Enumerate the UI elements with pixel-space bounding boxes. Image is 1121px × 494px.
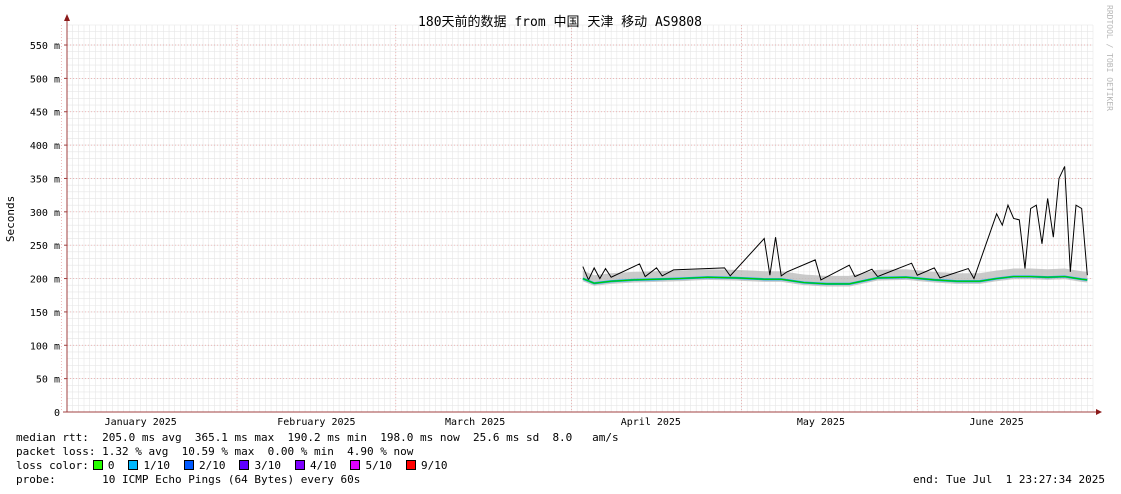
median-rtt-values: 205.0 ms avg 365.1 ms max 190.2 ms min 1… [88,431,619,444]
watermark: RRDTOOL / TOBI OETIKER [1105,5,1114,111]
y-tick-label: 50 m [36,375,60,386]
loss-color-swatch [350,460,361,470]
x-tick-label: February 2025 [277,417,355,428]
x-tick-label: April 2025 [621,417,681,428]
y-tick-label: 450 m [30,108,60,119]
grid [60,24,1094,413]
y-tick-labels: 0 50 m 100 m 150 m 200 m 250 m 300 m 350 m 400 m… [30,41,60,419]
loss-color-swatch [128,460,139,470]
chart: 0 50 m 100 m 150 m 200 m 250 m 300 m 350 m 400 m… [4,5,1114,428]
x-tick-label: May 2025 [797,417,845,428]
y-axis-arrow [64,14,70,21]
y-tick-label: 300 m [30,208,60,219]
chart-title: 180天前的数据 from 中国 天津 移动 AS9808 [418,14,702,30]
legend-packet-loss: packet loss: 1.32 % avg 10.59 % max 0.00… [16,445,413,459]
y-tick-label: 400 m [30,141,60,152]
x-tick-label: March 2025 [445,417,505,428]
loss-color-swatch-label: 2/10 [198,459,226,472]
x-tick-label: June 2025 [970,417,1024,428]
y-tick-label: 200 m [30,275,60,286]
median-rtt-label: median rtt: [16,431,89,444]
loss-color-swatch-label: 1/10 [143,459,170,472]
x-axis-arrow [1096,409,1102,415]
probe-label: probe: [16,473,56,486]
end-timestamp: end: Tue Jul 1 23:27:34 2025 [912,473,1105,486]
loss-color-swatch [405,460,416,470]
loss-color-swatch-label: 9/10 [420,459,448,472]
y-tick-label: 550 m [30,41,60,52]
legend-probe: probe: 10 ICMP Echo Pings (64 Bytes) eve… [16,473,360,487]
loss-color-swatch-label: 0 [107,459,115,472]
packet-loss-values: 1.32 % avg 10.59 % max 0.00 % min 4.90 %… [95,445,414,458]
series-line-max-rtt [582,166,1088,282]
y-tick-label: 0 [54,408,60,419]
legend-loss-color: loss color: 0 1/10 2/10 3/10 4/10 5/10 9/10 [16,459,457,473]
loss-color-label: loss color: [16,459,89,472]
y-tick-label: 350 m [30,174,60,185]
x-tick-labels: January 2025 February 2025 March 2025 April… [105,417,1024,428]
loss-color-swatch-label: 4/10 [309,459,337,472]
axes [63,14,1102,415]
y-tick-label: 100 m [30,341,60,352]
loss-color-swatch [239,460,250,470]
y-tick-label: 250 m [30,241,60,252]
x-tick-label: January 2025 [105,417,177,428]
legend-median-rtt: median rtt: 205.0 ms avg 365.1 ms max 19… [16,431,619,445]
y-axis-label: Seconds [4,196,17,242]
loss-color-swatch-label: 3/10 [254,459,281,472]
loss-color-swatch [92,460,103,470]
y-tick-label: 150 m [30,308,60,319]
y-tick-label: 500 m [30,74,60,85]
loss-color-swatch [294,460,305,470]
loss-color-swatch [183,460,194,470]
loss-color-swatch-label: 5/10 [365,459,392,472]
probe-value: 10 ICMP Echo Pings (64 Bytes) every 60s [55,473,361,486]
packet-loss-label: packet loss: [16,445,96,458]
